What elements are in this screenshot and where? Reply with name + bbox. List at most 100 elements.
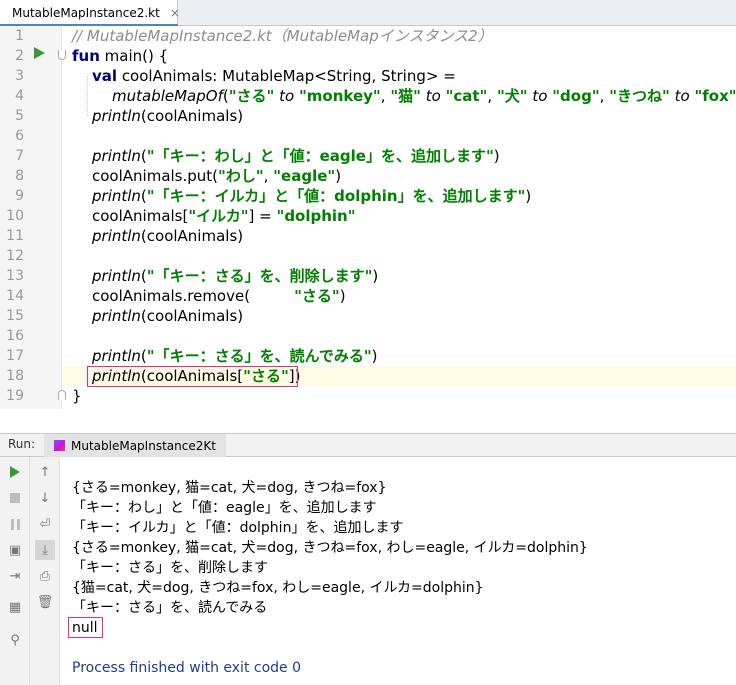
stop-icon[interactable] — [5, 488, 25, 508]
line-number: 10 — [6, 208, 24, 224]
function-name: println — [92, 107, 141, 125]
run-icon[interactable] — [5, 462, 25, 482]
line-number: 15 — [6, 308, 24, 324]
line-number: 17 — [6, 348, 24, 364]
indent-guide — [87, 76, 89, 116]
code-line-1: // MutableMapInstance2.kt（MutableMapインスタ… — [72, 27, 493, 45]
code-text: (coolAnimals) — [140, 107, 244, 125]
code-line-2: fun main() { — [72, 46, 168, 66]
code-line-5: println(coolAnimals) — [92, 106, 243, 126]
console-line: 「キー：イルカ」と「値：dolphin」を、追加します — [72, 520, 404, 536]
soft-wrap-icon[interactable]: ⏎ — [35, 514, 55, 534]
console-line: {さる=monkey, 猫=cat, 犬=dog, きつね=fox, わし=ea… — [72, 540, 588, 556]
code-line-17: println("「キー：さる」を、読んでみる") — [92, 347, 378, 365]
run-label: Run: — [8, 437, 36, 451]
code-text: (coolAnimals) — [140, 227, 244, 245]
console-line: {さる=monkey, 猫=cat, 犬=dog, きつね=fox} — [72, 480, 387, 496]
highlight-box-null — [68, 617, 103, 638]
line-number: 2 — [15, 48, 24, 64]
string-literal: "「キー：さる」を、削除します" — [146, 267, 373, 285]
string-literal: "さる" — [294, 287, 340, 305]
string-literal: "「キー：イルカ」と「値：dolphin」を、追加します" — [146, 187, 526, 205]
editor-tab[interactable]: MutableMapInstance2.kt × — [0, 0, 180, 26]
string-literal: "きつね" — [609, 87, 670, 105]
string-literal: "「キー：わし」と「値：eagle」を、追加します" — [146, 147, 494, 165]
line-number: 13 — [6, 268, 24, 284]
string-literal: "eagle" — [273, 167, 336, 185]
line-number: 5 — [15, 108, 24, 124]
code-editor[interactable]: 1 2 3 4 5 6 7 8 9 10 11 12 13 14 15 16 1… — [0, 26, 736, 409]
code-line-14: coolAnimals.remove("さる") — [92, 287, 346, 305]
code-text: main() { — [99, 47, 169, 65]
camera-icon[interactable]: ▣ — [5, 540, 25, 560]
up-arrow-icon[interactable]: ↑ — [35, 462, 55, 482]
string-literal: "さる" — [228, 87, 275, 105]
line-number: 3 — [15, 68, 24, 84]
line-number-gutter: 1 2 3 4 5 6 7 8 9 10 11 12 13 14 15 16 1… — [0, 26, 62, 409]
string-literal: "cat" — [445, 87, 488, 105]
run-tab[interactable]: MutableMapInstance2Kt — [44, 434, 226, 457]
string-literal: "monkey" — [298, 87, 381, 105]
pause-icon[interactable] — [5, 514, 25, 534]
editor-tab-filename: MutableMapInstance2.kt — [12, 6, 160, 20]
run-panel-header: Run: MutableMapInstance2Kt — [0, 433, 736, 457]
infix-to: to — [279, 87, 295, 105]
layout-icon[interactable]: ▦ — [5, 597, 25, 617]
string-literal: "犬" — [496, 87, 528, 105]
run-tab-label: MutableMapInstance2Kt — [71, 438, 216, 453]
print-icon[interactable]: ⎙ — [35, 566, 55, 586]
function-name: println — [92, 347, 141, 365]
code-text: ] = — [248, 207, 277, 225]
code-text: (coolAnimals) — [140, 307, 244, 325]
line-number: 1 — [15, 28, 24, 44]
console-line: 「キー：わし」と「値：eagle」を、追加します — [72, 500, 377, 516]
code-line-7: println("「キー：わし」と「値：eagle」を、追加します") — [92, 147, 500, 165]
infix-to: to — [532, 87, 548, 105]
line-number: 6 — [15, 128, 24, 144]
function-name: mutableMapOf — [112, 87, 223, 105]
code-line-3: val coolAnimals: MutableMap<String, Stri… — [92, 66, 456, 86]
line-number: 8 — [15, 168, 24, 184]
line-number: 4 — [15, 88, 24, 104]
scroll-end-icon[interactable]: ⤓ — [35, 540, 55, 560]
down-arrow-icon[interactable]: ↓ — [35, 488, 55, 508]
line-number: 16 — [6, 328, 24, 344]
line-number: 14 — [6, 288, 24, 304]
code-text: coolAnimals.put( — [92, 167, 219, 185]
login-icon[interactable]: ⇥ — [5, 566, 25, 586]
string-literal: "イルカ" — [188, 207, 249, 225]
keyword: val — [92, 67, 118, 85]
function-name: println — [92, 187, 141, 205]
kotlin-icon — [54, 440, 65, 451]
string-literal: "猫" — [390, 87, 421, 105]
code-text: coolAnimals[ — [92, 207, 189, 225]
console-line: 「キー：さる」を、読んでみる — [72, 600, 268, 616]
highlight-box-line-18 — [87, 366, 298, 387]
code-line-10: coolAnimals["イルカ"] = "dolphin" — [92, 206, 356, 226]
code-line-9: println("「キー：イルカ」と「値：dolphin」を、追加します") — [92, 187, 532, 205]
string-literal: "fox" — [694, 87, 736, 105]
code-text: coolAnimals.remove( — [92, 287, 251, 305]
function-name: println — [92, 227, 141, 245]
console-line: 「キー：さる」を、削除します — [72, 560, 268, 576]
code-line-13: println("「キー：さる」を、削除します") — [92, 267, 379, 285]
keyword: fun — [72, 47, 100, 65]
trash-icon[interactable]: 🗑 — [35, 592, 55, 612]
editor-tab-bar: MutableMapInstance2.kt × — [0, 0, 736, 26]
pin-icon[interactable]: ⚲ — [5, 630, 25, 650]
line-number: 11 — [6, 228, 24, 244]
line-number: 19 — [6, 388, 24, 404]
fold-close-icon[interactable] — [58, 390, 66, 400]
function-name: println — [92, 307, 141, 325]
fold-open-icon[interactable] — [58, 50, 66, 60]
run-toolbar-right: ↑ ↓ ⏎ ⤓ ⎙ 🗑 — [30, 457, 60, 685]
close-icon[interactable]: × — [170, 6, 180, 20]
console-line: {猫=cat, 犬=dog, きつね=fox, わし=eagle, イルカ=do… — [72, 580, 484, 596]
line-number: 18 — [6, 368, 24, 384]
function-name: println — [92, 147, 141, 165]
run-toolbar-left: ▣ ⇥ ▦ ⚲ — [0, 457, 30, 685]
string-literal: "dolphin" — [276, 207, 356, 225]
code-line-11: println(coolAnimals) — [92, 226, 243, 246]
function-name: println — [92, 267, 141, 285]
run-gutter-icon[interactable] — [34, 47, 45, 59]
